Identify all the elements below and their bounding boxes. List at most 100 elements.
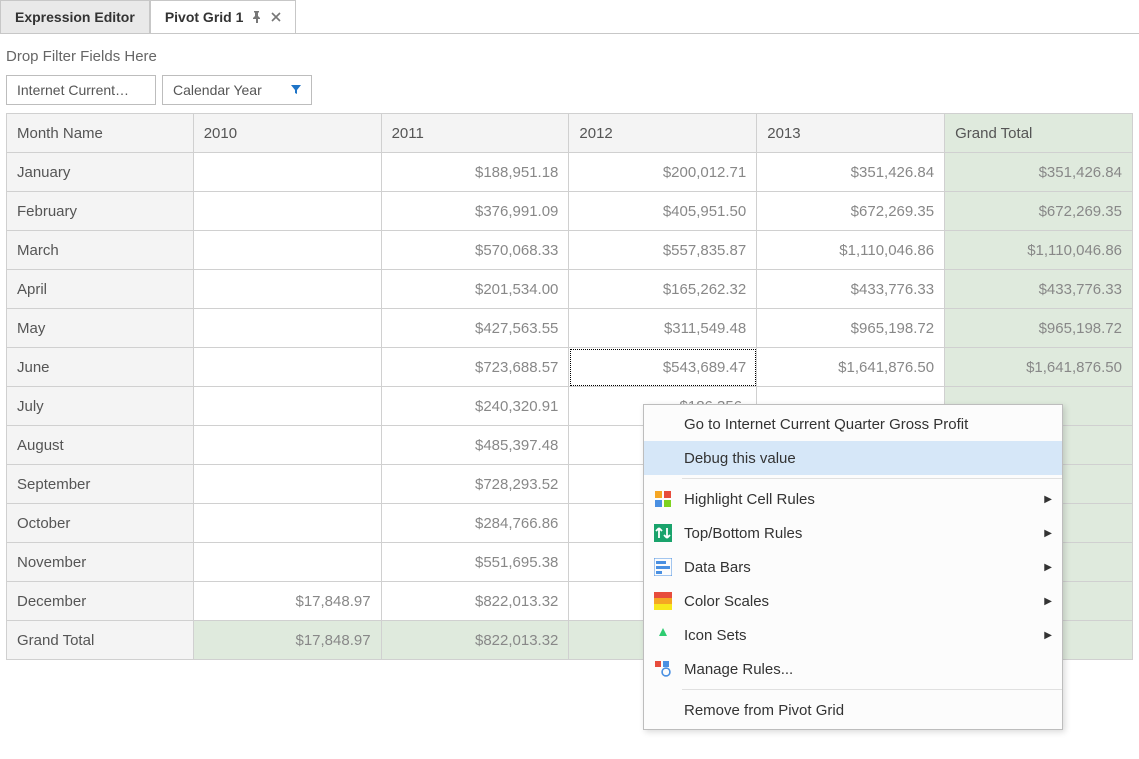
data-cell[interactable]: $570,068.33 — [381, 231, 569, 270]
chevron-right-icon: ▶ — [1044, 596, 1052, 607]
menu-icon-sets[interactable]: Icon Sets ▶ — [644, 618, 1062, 652]
color-scales-icon — [652, 592, 674, 610]
data-cell[interactable]: $557,835.87 — [569, 231, 757, 270]
field-label: Internet Current… — [17, 82, 129, 98]
menu-goto-measure[interactable]: Go to Internet Current Quarter Gross Pro… — [644, 407, 1062, 441]
tab-label: Expression Editor — [15, 9, 135, 25]
row-header[interactable]: April — [7, 270, 194, 309]
data-cell[interactable]: $965,198.72 — [945, 309, 1133, 348]
data-cell[interactable] — [193, 543, 381, 582]
data-cell[interactable]: $485,397.48 — [381, 426, 569, 465]
data-cell[interactable]: $672,269.35 — [757, 192, 945, 231]
row-field-header[interactable]: Month Name — [7, 114, 194, 153]
data-cell[interactable] — [193, 153, 381, 192]
row-header[interactable]: June — [7, 348, 194, 387]
menu-label: Go to Internet Current Quarter Gross Pro… — [684, 416, 968, 433]
data-cell[interactable]: $376,991.09 — [381, 192, 569, 231]
data-cell[interactable]: $405,951.50 — [569, 192, 757, 231]
data-cell[interactable]: $1,110,046.86 — [945, 231, 1133, 270]
data-cell[interactable]: $433,776.33 — [945, 270, 1133, 309]
data-field-selector[interactable]: Internet Current… — [6, 75, 156, 105]
column-field-selector[interactable]: Calendar Year — [162, 75, 312, 105]
data-cell[interactable]: $17,848.97 — [193, 582, 381, 621]
data-cell[interactable]: $433,776.33 — [757, 270, 945, 309]
data-cell[interactable]: $240,320.91 — [381, 387, 569, 426]
data-cell[interactable]: $1,110,046.86 — [757, 231, 945, 270]
data-cell[interactable]: $728,293.52 — [381, 465, 569, 504]
tab-label: Pivot Grid 1 — [165, 9, 244, 25]
column-header[interactable]: 2011 — [381, 114, 569, 153]
data-cell[interactable]: $1,641,876.50 — [945, 348, 1133, 387]
data-cell[interactable] — [193, 348, 381, 387]
data-cell[interactable]: $965,198.72 — [757, 309, 945, 348]
grand-total-column-header[interactable]: Grand Total — [945, 114, 1133, 153]
row-header[interactable]: November — [7, 543, 194, 582]
menu-data-bars[interactable]: Data Bars ▶ — [644, 550, 1062, 584]
data-cell[interactable]: $17,848.97 — [193, 621, 381, 660]
row-header[interactable]: May — [7, 309, 194, 348]
data-cell[interactable] — [193, 426, 381, 465]
row-header[interactable]: February — [7, 192, 194, 231]
menu-label: Data Bars — [684, 559, 751, 576]
data-cell[interactable] — [193, 192, 381, 231]
row-header[interactable]: March — [7, 231, 194, 270]
data-cell[interactable] — [193, 231, 381, 270]
highlight-rules-icon — [652, 490, 674, 508]
topbottom-icon — [652, 524, 674, 542]
row-header[interactable]: September — [7, 465, 194, 504]
row-header[interactable]: August — [7, 426, 194, 465]
menu-label: Highlight Cell Rules — [684, 491, 815, 508]
menu-color-scales[interactable]: Color Scales ▶ — [644, 584, 1062, 618]
data-cell[interactable] — [193, 270, 381, 309]
tab-pivot-grid[interactable]: Pivot Grid 1 — [150, 0, 297, 33]
tab-expression-editor[interactable]: Expression Editor — [0, 0, 150, 33]
filter-icon[interactable] — [291, 85, 301, 95]
chevron-right-icon: ▶ — [1044, 562, 1052, 573]
table-row: June$723,688.57$543,689.47$1,641,876.50$… — [7, 348, 1133, 387]
data-cell[interactable]: $200,012.71 — [569, 153, 757, 192]
data-cell[interactable]: $201,534.00 — [381, 270, 569, 309]
pin-icon[interactable] — [251, 11, 263, 23]
data-cell[interactable]: $427,563.55 — [381, 309, 569, 348]
column-header[interactable]: 2010 — [193, 114, 381, 153]
menu-remove-from-grid[interactable]: Remove from Pivot Grid — [644, 693, 1062, 727]
menu-manage-rules[interactable]: Manage Rules... — [644, 652, 1062, 686]
filter-drop-zone[interactable]: Drop Filter Fields Here — [6, 44, 1133, 75]
data-cell[interactable]: $165,262.32 — [569, 270, 757, 309]
row-header[interactable]: Grand Total — [7, 621, 194, 660]
data-cell[interactable]: $1,641,876.50 — [757, 348, 945, 387]
data-cell[interactable]: $672,269.35 — [945, 192, 1133, 231]
data-cell[interactable] — [193, 465, 381, 504]
menu-label: Manage Rules... — [684, 661, 793, 678]
data-cell[interactable]: $351,426.84 — [757, 153, 945, 192]
column-header[interactable]: 2012 — [569, 114, 757, 153]
data-cell[interactable]: $188,951.18 — [381, 153, 569, 192]
data-cell[interactable] — [193, 309, 381, 348]
data-cell[interactable] — [193, 387, 381, 426]
row-header[interactable]: January — [7, 153, 194, 192]
table-row: February$376,991.09$405,951.50$672,269.3… — [7, 192, 1133, 231]
data-cell[interactable]: $822,013.32 — [381, 621, 569, 660]
menu-debug-value[interactable]: Debug this value — [644, 441, 1062, 475]
column-header[interactable]: 2013 — [757, 114, 945, 153]
context-menu: Go to Internet Current Quarter Gross Pro… — [643, 404, 1063, 730]
data-cell[interactable]: $551,695.38 — [381, 543, 569, 582]
menu-label: Top/Bottom Rules — [684, 525, 802, 542]
data-bars-icon — [652, 558, 674, 576]
row-header[interactable]: December — [7, 582, 194, 621]
data-cell[interactable]: $822,013.32 — [381, 582, 569, 621]
row-header[interactable]: July — [7, 387, 194, 426]
data-cell[interactable]: $311,549.48 — [569, 309, 757, 348]
menu-topbottom-rules[interactable]: Top/Bottom Rules ▶ — [644, 516, 1062, 550]
data-cell[interactable]: $351,426.84 — [945, 153, 1133, 192]
menu-highlight-rules[interactable]: Highlight Cell Rules ▶ — [644, 482, 1062, 516]
menu-separator — [682, 689, 1062, 690]
data-cell[interactable]: $284,766.86 — [381, 504, 569, 543]
data-cell[interactable]: $723,688.57 — [381, 348, 569, 387]
close-icon[interactable] — [271, 12, 281, 22]
chevron-right-icon: ▶ — [1044, 630, 1052, 641]
data-cell[interactable]: $543,689.47 — [569, 348, 757, 387]
data-cell[interactable] — [193, 504, 381, 543]
row-header[interactable]: October — [7, 504, 194, 543]
tab-bar: Expression Editor Pivot Grid 1 — [0, 0, 1139, 34]
